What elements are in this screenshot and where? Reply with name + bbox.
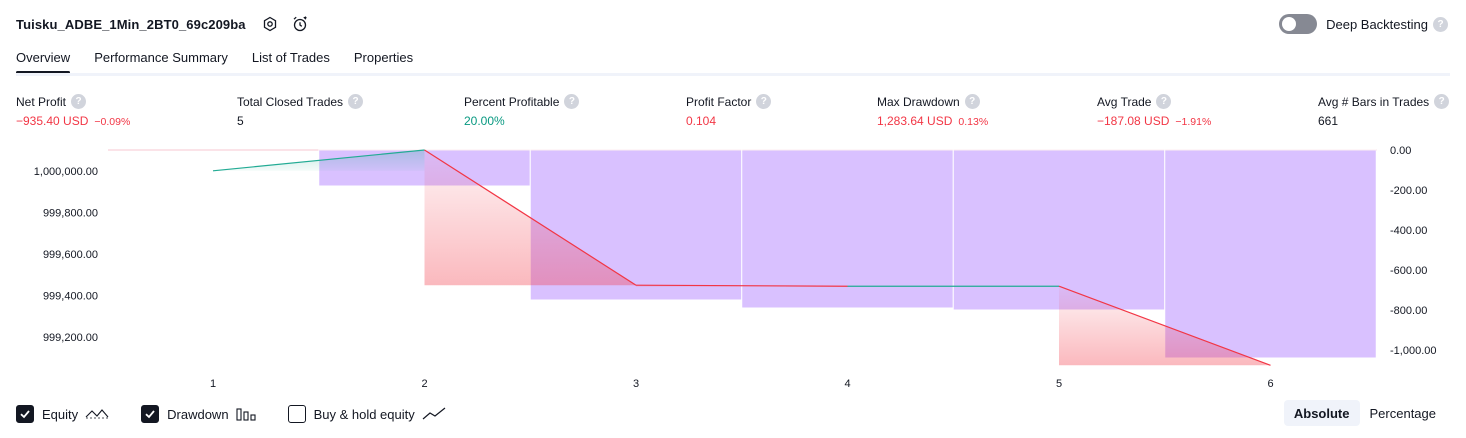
tab-performance-summary[interactable]: Performance Summary — [94, 46, 228, 76]
right-axis-tick: -1,000.00 — [1390, 345, 1436, 357]
left-axis-tick: 999,400.00 — [43, 291, 98, 303]
help-icon[interactable]: ? — [71, 94, 87, 109]
left-axis-tick: 999,800.00 — [43, 207, 98, 219]
drawdown-checkbox[interactable] — [141, 405, 160, 423]
legend-buy-hold[interactable]: Buy & hold equity — [287, 405, 446, 423]
metric-percent-profitable: Percent Profitable? 20.00% — [464, 94, 580, 128]
drawdown-bar — [1164, 149, 1377, 359]
drawdown-bar — [741, 149, 954, 309]
strategy-name: Tuisku_ADBE_1Min_2BT0_69c209ba — [16, 16, 246, 32]
right-axis-tick: 0.00 — [1390, 145, 1411, 157]
legend-equity[interactable]: Equity — [16, 405, 109, 423]
metrics-row: Net Profit? −935.40 USD −0.09% Total Clos… — [0, 94, 1466, 134]
alarm-icon[interactable] — [290, 14, 310, 34]
metric-profit-factor: Profit Factor? 0.104 — [686, 94, 772, 128]
scale-switch: Absolute Percentage — [1283, 400, 1447, 426]
equity-checkbox[interactable] — [16, 405, 34, 423]
right-axis-tick: -400.00 — [1390, 225, 1427, 237]
chart-legend: Equity Drawdown Buy & hold equity — [16, 404, 478, 424]
metric-label: Avg # Bars in Trades — [1318, 94, 1430, 109]
tab-properties[interactable]: Properties — [354, 46, 413, 76]
tab-bar: Overview Performance Summary List of Tra… — [16, 46, 437, 76]
metric-label: Net Profit — [16, 94, 67, 109]
metric-value: 0.104 — [686, 114, 717, 128]
buy-hold-label: Buy & hold equity — [313, 406, 415, 422]
help-icon[interactable]: ? — [1156, 94, 1172, 109]
metric-label: Profit Factor — [686, 94, 752, 109]
x-axis-tick: 2 — [421, 378, 427, 390]
equity-chart-svg: 1,000,000.00 999,800.00 999,600.00 999,400.… — [34, 145, 1437, 390]
metric-percent: −1.91% — [1175, 116, 1212, 128]
legend-drawdown[interactable]: Drawdown — [141, 405, 256, 423]
right-axis-tick: -600.00 — [1390, 265, 1427, 277]
x-axis-tick: 4 — [844, 378, 850, 390]
metric-total-closed-trades: Total Closed Trades? 5 — [237, 94, 364, 128]
metric-value: 20.00% — [464, 114, 505, 128]
drawdown-bars-icon — [236, 407, 256, 421]
header: Tuisku_ADBE_1Min_2BT0_69c209ba — [16, 14, 310, 34]
equity-line-icon — [85, 407, 109, 421]
metric-label: Avg Trade — [1097, 94, 1152, 109]
equity-chart[interactable]: 1,000,000.00 999,800.00 999,600.00 999,400.… — [0, 140, 1466, 390]
buy-hold-checkbox[interactable] — [287, 405, 306, 423]
left-axis-tick: 1,000,000.00 — [34, 166, 98, 178]
percentage-button[interactable]: Percentage — [1360, 400, 1447, 426]
help-icon[interactable]: ? — [756, 94, 772, 109]
metric-value: 1,283.64 USD — [877, 114, 953, 128]
right-axis-tick: -800.00 — [1390, 305, 1427, 317]
metric-net-profit: Net Profit? −935.40 USD −0.09% — [16, 94, 130, 128]
metric-label: Total Closed Trades — [237, 94, 344, 109]
buy-hold-line-icon — [422, 407, 446, 421]
help-icon[interactable]: ? — [348, 94, 364, 109]
right-axis-tick: -200.00 — [1390, 185, 1427, 197]
deep-backtesting-label: Deep Backtesting — [1326, 16, 1428, 32]
absolute-button[interactable]: Absolute — [1283, 400, 1360, 426]
metric-value: 661 — [1318, 114, 1339, 128]
x-axis-tick: 1 — [210, 378, 216, 390]
drawdown-label: Drawdown — [167, 406, 229, 422]
x-axis-tick: 5 — [1056, 378, 1062, 390]
metric-percent: −0.09% — [94, 116, 131, 128]
metric-value: −187.08 USD — [1097, 114, 1170, 128]
help-icon[interactable]: ? — [1434, 94, 1450, 109]
x-axis-tick: 6 — [1267, 378, 1273, 390]
deep-backtesting-toggle[interactable] — [1279, 14, 1318, 34]
left-axis-tick: 999,600.00 — [43, 249, 98, 261]
metric-value: 5 — [237, 114, 244, 128]
metric-label: Max Drawdown — [877, 94, 960, 109]
help-icon[interactable]: ? — [564, 94, 580, 109]
tab-list-of-trades[interactable]: List of Trades — [252, 46, 330, 76]
tab-overview[interactable]: Overview — [16, 46, 71, 76]
metric-max-drawdown: Max Drawdown? 1,283.64 USD 0.13% — [877, 94, 988, 128]
tabs-divider — [16, 73, 1450, 76]
metric-percent: 0.13% — [958, 116, 989, 128]
help-icon[interactable]: ? — [1433, 16, 1448, 32]
equity-label: Equity — [42, 406, 79, 422]
metric-value: −935.40 USD — [16, 114, 89, 128]
metric-label: Percent Profitable — [464, 94, 560, 109]
deep-backtesting: Deep Backtesting ? — [1279, 14, 1448, 34]
help-icon[interactable]: ? — [964, 94, 980, 109]
metric-avg-trade: Avg Trade? −187.08 USD −1.91% — [1097, 94, 1211, 128]
left-axis-tick: 999,200.00 — [43, 332, 98, 344]
metric-avg-bars: Avg # Bars in Trades? 661 — [1318, 94, 1450, 128]
settings-icon[interactable] — [260, 14, 280, 34]
x-axis-tick: 3 — [633, 378, 639, 390]
